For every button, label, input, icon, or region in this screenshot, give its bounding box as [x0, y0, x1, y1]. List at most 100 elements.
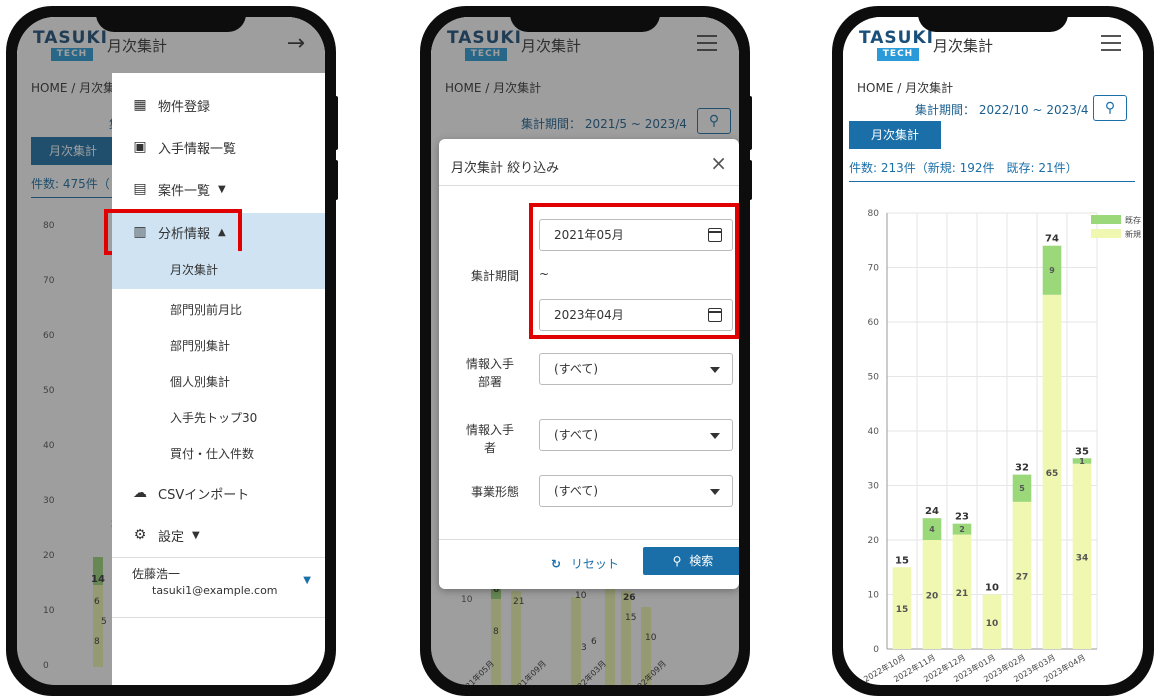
monthly-stacked-bar-chart: 0102030405060708015152022年10月204242022年1…: [862, 209, 1141, 683]
dept-select-value: (すべて): [554, 362, 599, 376]
bar-existing-label: 4: [929, 525, 935, 534]
breadcrumb-separator: /: [897, 81, 902, 95]
person-select[interactable]: (すべて): [539, 419, 733, 451]
phone-notch: [510, 6, 660, 32]
bar-existing-label: 5: [1019, 484, 1025, 493]
bar-new-label: 10: [986, 619, 999, 629]
period-range: 集計期間： 2022/10 ~ 2023/4: [915, 103, 1089, 117]
menu-item-case-list[interactable]: ▤ 案件一覧 ▼: [112, 171, 325, 207]
hamburger-menu-icon[interactable]: [1101, 35, 1121, 51]
y-tick-label: 80: [868, 209, 880, 219]
menu-item-label: 入手情報一覧: [158, 141, 237, 157]
legend-swatch-existing: [1091, 215, 1121, 224]
y-tick-label: 10: [868, 591, 880, 601]
menu-item-property-register[interactable]: ▦ 物件登録: [112, 87, 325, 123]
chevron-down-icon: [710, 433, 720, 439]
phone-side-button: [334, 96, 338, 150]
phone-screen: TASUKI TECH 月次集計 HOME / 月次集計 集計期間： 2022/…: [843, 17, 1143, 685]
submenu-monthly[interactable]: 月次集計: [112, 251, 325, 289]
search-button[interactable]: ⚲: [1093, 95, 1127, 121]
tasuki-tech-logo[interactable]: TASUKI TECH: [857, 26, 933, 64]
cloud-upload-icon: ☁: [133, 485, 147, 501]
menu-item-csv-import[interactable]: ☁ CSVインポート: [112, 475, 325, 511]
period-label: 集計期間: [470, 269, 519, 283]
menu-item-label: CSVインポート: [158, 487, 250, 503]
bar-total-label: 74: [1045, 234, 1059, 245]
phone-frame-menu: TASUKI TECH 月次集計 → HOME / 月次集 集 月次集計 件数:…: [6, 6, 336, 696]
menu-divider: [112, 557, 325, 558]
y-tick-label: 0: [873, 645, 879, 655]
highlight-box: [104, 209, 242, 255]
bar-total-label: 15: [895, 555, 909, 566]
y-tick-label: 30: [868, 482, 880, 492]
logo-subtext: TECH: [877, 48, 919, 61]
logo-text: TASUKI: [859, 28, 934, 48]
bar-total-label: 10: [985, 583, 999, 594]
submenu-personal[interactable]: 個人別集計: [112, 365, 325, 399]
legend-label-new: 新規: [1125, 229, 1141, 239]
building-icon: ▦: [133, 97, 147, 113]
menu-divider: [112, 617, 325, 618]
filter-modal: 月次集計 絞り込み × 集計期間 2021年05月 ~ 2023年04月 情報入…: [439, 139, 739, 589]
count-summary: 件数: 213件（新規: 192件 既存: 21件）: [849, 161, 1078, 175]
bar-total-label: 23: [955, 512, 969, 523]
bar-existing-label: 1: [1079, 457, 1085, 466]
book-icon: ▤: [133, 181, 147, 197]
phone-notch: [918, 6, 1068, 32]
y-tick-label: 20: [868, 536, 880, 546]
modal-divider: [439, 539, 739, 540]
modal-divider: [439, 185, 739, 186]
dept-select[interactable]: (すべて): [539, 353, 733, 385]
reset-button[interactable]: ↻ リセット: [551, 555, 619, 572]
phone-side-button: [748, 160, 752, 200]
phone-screen: TASUKI TECH 月次集計 HOME / 月次集計 集計期間： 2021/…: [431, 17, 739, 685]
user-account[interactable]: 佐藤浩一 tasuki1@example.com ▼: [132, 565, 325, 613]
submenu-top30[interactable]: 入手先トップ30: [112, 401, 325, 435]
divider: [849, 181, 1135, 182]
bar-total-label: 32: [1015, 463, 1029, 474]
person-select-value: (すべて): [554, 428, 599, 442]
menu-item-label: 案件一覧: [158, 183, 211, 199]
side-menu: ▦ 物件登録 ▣ 入手情報一覧 ▤ 案件一覧 ▼ ▥ 分析情報 ▲ 月次集計 部…: [104, 73, 325, 685]
menu-item-label: 物件登録: [158, 99, 211, 115]
menu-item-label: 設定: [158, 529, 185, 545]
bar-new-label: 34: [1076, 553, 1089, 563]
phone-side-button: [334, 160, 338, 200]
bar-new-label: 15: [896, 605, 909, 615]
submenu-purchase[interactable]: 買付・仕入件数: [112, 437, 325, 471]
dept-label: 情報入手部署: [465, 357, 514, 389]
legend-label-existing: 既存: [1125, 215, 1141, 225]
breadcrumb: HOME / 月次集計: [857, 79, 953, 96]
briefcase-icon: ▣: [133, 139, 147, 155]
user-name: 佐藤浩一: [132, 567, 181, 581]
submenu-dept-total[interactable]: 部門別集計: [112, 329, 325, 363]
y-tick-label: 60: [868, 318, 880, 328]
submenu-dept-mom[interactable]: 部門別前月比: [112, 293, 325, 327]
type-select[interactable]: (すべて): [539, 475, 733, 507]
breadcrumb-home[interactable]: HOME: [857, 81, 893, 95]
bar-new-label: 20: [926, 592, 939, 602]
search-submit-button[interactable]: ⚲ 検索: [643, 547, 739, 575]
menu-item-settings[interactable]: ⚙ 設定 ▼: [112, 517, 325, 553]
user-caret-icon: ▼: [303, 575, 311, 586]
app-title: 月次集計: [933, 36, 994, 55]
bar-total-label: 35: [1075, 446, 1089, 457]
breadcrumb-current: 月次集計: [905, 81, 954, 95]
search-icon: ⚲: [672, 554, 682, 568]
chevron-down-icon: [710, 489, 720, 495]
phone-screen: TASUKI TECH 月次集計 → HOME / 月次集 集 月次集計 件数:…: [17, 17, 325, 685]
y-tick-label: 40: [868, 427, 880, 437]
bar-new-label: 65: [1046, 469, 1059, 479]
modal-close-icon[interactable]: ×: [710, 151, 727, 175]
phone-side-button: [748, 96, 752, 150]
gear-icon: ⚙: [133, 527, 147, 543]
legend-swatch-new: [1091, 229, 1121, 238]
tab-monthly[interactable]: 月次集計: [849, 121, 941, 149]
bar-total-label: 24: [925, 506, 939, 517]
bar-existing-label: 2: [959, 525, 965, 534]
menu-item-info-list[interactable]: ▣ 入手情報一覧: [112, 129, 325, 165]
person-label: 情報入手者: [465, 423, 514, 455]
highlight-box: [529, 203, 739, 339]
phone-frame-chart: TASUKI TECH 月次集計 HOME / 月次集計 集計期間： 2022/…: [832, 6, 1154, 696]
caret-down-icon: ▼: [218, 183, 226, 195]
